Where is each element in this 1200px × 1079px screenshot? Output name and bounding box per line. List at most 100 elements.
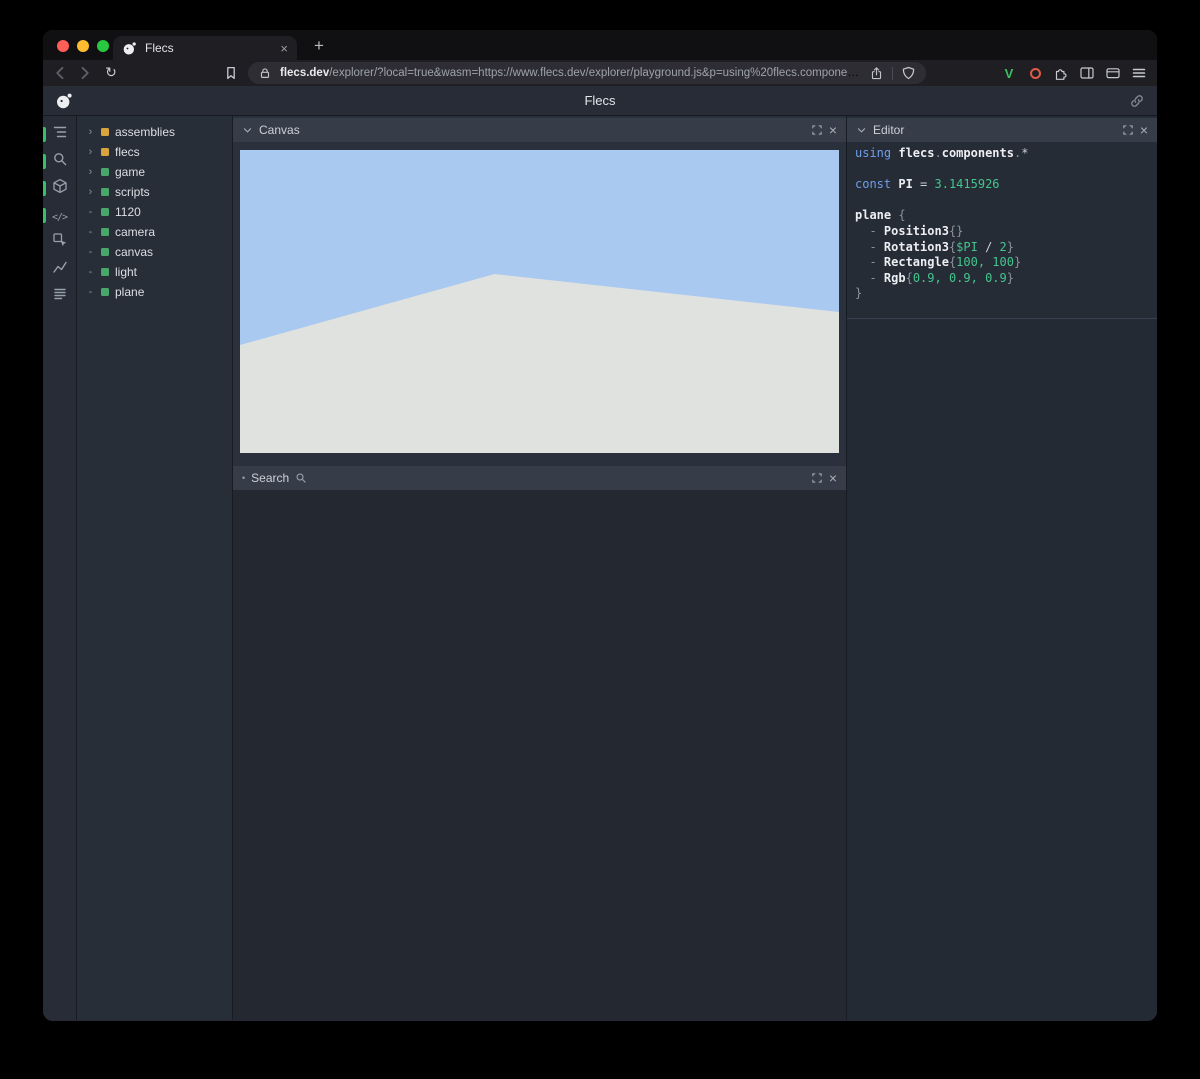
inspect-icon <box>52 232 68 253</box>
entity-color-swatch <box>101 268 109 276</box>
rail-item-stats[interactable] <box>43 256 76 283</box>
entity-color-swatch <box>101 248 109 256</box>
url-domain: flecs.dev <box>280 67 329 79</box>
bookmark-icon[interactable] <box>223 65 239 81</box>
entity-color-swatch <box>101 288 109 296</box>
content-area <box>233 490 846 1020</box>
code-line <box>855 162 1157 178</box>
address-bar[interactable]: flecs.dev/explorer/?local=true&wasm=http… <box>248 62 926 84</box>
tree-item-canvas[interactable]: -canvas <box>77 242 232 262</box>
close-window-button[interactable] <box>57 40 69 52</box>
canvas-panel-header[interactable]: Canvas × <box>233 118 846 142</box>
entity-color-swatch <box>101 148 109 156</box>
code-line: - Rectangle{100, 100} <box>855 255 1157 271</box>
tree-item-label: flecs <box>115 145 140 159</box>
maximize-window-button[interactable] <box>97 40 109 52</box>
editor-code[interactable]: using flecs.components.* const PI = 3.14… <box>847 146 1157 302</box>
desktop: Flecs × + ↻ flecs.dev/explorer/?local=tr… <box>0 0 1200 1079</box>
canvas-3d-view[interactable] <box>240 150 839 453</box>
record-circle-icon[interactable] <box>1027 65 1043 81</box>
search-icon <box>52 151 68 172</box>
rail-item-code[interactable]: </> <box>43 202 76 229</box>
rail-item-tree[interactable] <box>43 121 76 148</box>
tree-item-label: 1120 <box>115 205 141 219</box>
back-button[interactable] <box>52 65 68 81</box>
entity-color-swatch <box>101 168 109 176</box>
logs-icon <box>52 286 68 307</box>
shield-icon[interactable] <box>901 66 916 81</box>
share-link-icon[interactable] <box>1129 93 1145 114</box>
close-icon[interactable]: × <box>829 471 837 485</box>
tree-item-label: canvas <box>115 245 153 259</box>
expand-icon[interactable] <box>811 124 823 136</box>
tree-item-1120[interactable]: -1120 <box>77 202 232 222</box>
forward-button[interactable] <box>77 65 93 81</box>
active-indicator <box>43 154 46 169</box>
app-header: Flecs <box>43 86 1157 116</box>
icon-rail: </> <box>43 116 77 1020</box>
share-icon[interactable] <box>869 66 884 81</box>
extension-v-icon[interactable]: V <box>1001 65 1017 81</box>
editor-empty-area <box>847 319 1157 1020</box>
tree-item-game[interactable]: ›game <box>77 162 232 182</box>
divider <box>892 67 893 80</box>
chevron-down-icon[interactable] <box>242 125 253 136</box>
extensions-puzzle-icon[interactable] <box>1053 65 1069 81</box>
tab-title: Flecs <box>145 41 272 55</box>
editor-panel-header[interactable]: Editor × <box>847 118 1157 142</box>
tree-item-label: assemblies <box>115 125 175 139</box>
rail-item-search[interactable] <box>43 148 76 175</box>
tree-item-flecs[interactable]: › flecs <box>77 142 232 162</box>
rail-item-inspect[interactable] <box>43 229 76 256</box>
search-panel-header[interactable]: • Search × <box>233 466 846 490</box>
sidebar-toggle-icon[interactable] <box>1079 65 1095 81</box>
chevron-down-icon[interactable] <box>856 125 867 136</box>
tree-expander-chevron-icon[interactable]: › <box>86 167 95 178</box>
tree-icon <box>52 124 68 145</box>
tree-item-camera[interactable]: -camera <box>77 222 232 242</box>
tree-expander-chevron-icon[interactable]: › <box>86 127 95 138</box>
entity-color-swatch <box>101 128 109 136</box>
rail-item-entities[interactable] <box>43 175 76 202</box>
code-line: plane { <box>855 208 1157 224</box>
rail-item-logs[interactable] <box>43 283 76 310</box>
center-column: Canvas × • <box>233 116 847 1020</box>
search-panel-title: Search <box>251 471 289 485</box>
code-line: using flecs.components.* <box>855 146 1157 162</box>
menu-icon[interactable] <box>1131 65 1147 81</box>
reload-button[interactable]: ↻ <box>103 65 119 81</box>
tree-item-light[interactable]: -light <box>77 262 232 282</box>
tab-close-icon[interactable]: × <box>280 42 288 55</box>
tree-leaf-dash-icon: - <box>86 227 95 238</box>
browser-window: Flecs × + ↻ flecs.dev/explorer/?local=tr… <box>43 30 1157 1021</box>
toolbar-extensions: V <box>1001 65 1147 81</box>
code-line: - Rotation3{$PI / 2} <box>855 240 1157 256</box>
browser-tab[interactable]: Flecs × <box>113 36 297 60</box>
stats-icon <box>52 259 68 280</box>
new-tab-button[interactable]: + <box>307 34 331 58</box>
app-body: </> ›assemblies›flecs›game›scripts-1120-… <box>43 116 1157 1020</box>
tree-expander-chevron-icon[interactable]: › <box>86 187 95 198</box>
minimize-window-button[interactable] <box>77 40 89 52</box>
expand-icon[interactable] <box>811 472 823 484</box>
close-icon[interactable]: × <box>829 123 837 137</box>
app-title: Flecs <box>43 93 1157 108</box>
tree-expander-chevron-icon[interactable]: › <box>86 147 95 158</box>
code-icon: </> <box>52 207 67 225</box>
active-indicator <box>43 127 46 142</box>
tree-item-assemblies[interactable]: › assemblies <box>77 122 232 142</box>
window-controls <box>57 40 109 52</box>
tree-item-label: scripts <box>115 185 150 199</box>
code-line: - Position3{} <box>855 224 1157 240</box>
tree-item-plane[interactable]: -plane <box>77 282 232 302</box>
url-path: /explorer/?local=true&wasm=https://www.f… <box>329 67 861 79</box>
wallet-icon[interactable] <box>1105 65 1121 81</box>
code-line: } <box>855 286 1157 302</box>
tree-item-scripts[interactable]: › scripts <box>77 182 232 202</box>
expand-icon[interactable] <box>1122 124 1134 136</box>
close-icon[interactable]: × <box>1140 123 1148 137</box>
bullet-icon: • <box>242 473 245 483</box>
entity-color-swatch <box>101 208 109 216</box>
flecs-favicon <box>122 41 137 56</box>
code-line: - Rgb{0.9, 0.9, 0.9} <box>855 271 1157 287</box>
